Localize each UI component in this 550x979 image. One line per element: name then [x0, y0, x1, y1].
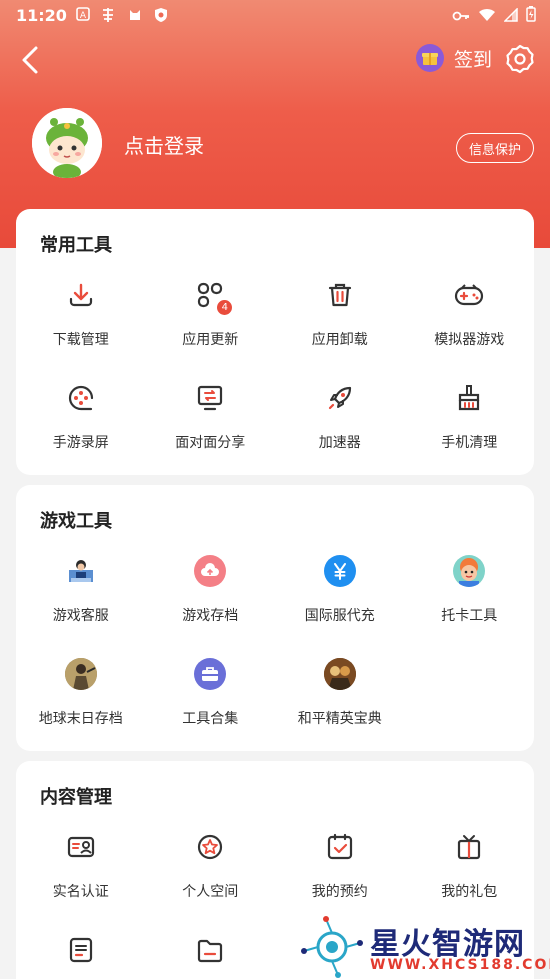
tool-download-manager[interactable]: 下载管理	[16, 267, 146, 370]
rocket-icon	[322, 380, 358, 416]
trash-icon	[322, 277, 358, 313]
download-icon	[63, 277, 99, 313]
tool-personal-space[interactable]: 个人空间	[146, 819, 276, 922]
signal-icon	[503, 6, 518, 26]
game-tools-card: 游戏工具 游戏客服 游戏存档 国际服代充 托卡工具 地球末日存档 工具合集 和平…	[16, 485, 534, 751]
gear-icon	[506, 44, 534, 74]
tool-app-update[interactable]: 4 应用更新	[146, 267, 276, 370]
folder-icon	[192, 932, 228, 968]
star-badge-icon	[192, 829, 228, 865]
tool-label: 手游录屏	[52, 435, 109, 451]
app-update-icon: 4	[192, 277, 233, 315]
login-link[interactable]: 点击登录	[124, 130, 204, 159]
customer-service-icon	[63, 553, 99, 589]
tool-document[interactable]	[16, 922, 146, 979]
back-button[interactable]	[18, 44, 46, 76]
watermark-logo-icon	[301, 916, 363, 978]
a-icon: A	[76, 7, 90, 23]
tool-emulator-games[interactable]: 模拟器游戏	[405, 267, 535, 370]
pubg-icon	[322, 656, 358, 692]
notification-icon	[100, 7, 116, 23]
battery-icon	[526, 6, 536, 26]
tool-my-reservations[interactable]: 我的预约	[275, 819, 405, 922]
tool-label: 和平精英宝典	[297, 711, 382, 727]
tool-accelerator[interactable]: 加速器	[275, 370, 405, 473]
back-arrow-icon	[22, 46, 38, 74]
svg-text:A: A	[80, 11, 87, 21]
broom-icon	[451, 380, 487, 416]
tool-collection[interactable]: 工具合集	[146, 646, 276, 749]
tool-real-name-auth[interactable]: 实名认证	[16, 819, 146, 922]
tool-label: 工具合集	[182, 711, 239, 727]
tool-label: 个人空间	[182, 884, 239, 900]
section-title: 游戏工具	[40, 511, 112, 532]
id-card-icon	[63, 829, 99, 865]
yen-icon	[322, 553, 358, 589]
toolbox-icon	[192, 656, 228, 692]
cloud-save-icon	[192, 553, 228, 589]
tool-label: 托卡工具	[441, 608, 498, 624]
gift-icon	[416, 44, 444, 72]
tool-label: 我的礼包	[441, 884, 498, 900]
gift-box-icon	[451, 829, 487, 865]
tool-pubg-guide[interactable]: 和平精英宝典	[275, 646, 405, 749]
tool-label: 加速器	[318, 435, 361, 451]
share-icon	[192, 380, 228, 416]
calendar-check-icon	[322, 829, 358, 865]
tool-label: 手机清理	[441, 435, 498, 451]
tool-label: 国际服代充	[304, 608, 375, 624]
tool-label: 实名认证	[52, 884, 109, 900]
status-bar: 11:20 A	[0, 0, 550, 30]
tool-game-customer-service[interactable]: 游戏客服	[16, 543, 146, 646]
wifi-icon	[478, 7, 496, 26]
shield-icon	[154, 7, 168, 23]
section-title: 常用工具	[40, 235, 112, 256]
tool-app-uninstall[interactable]: 应用卸载	[275, 267, 405, 370]
gamepad-icon	[451, 277, 487, 313]
settings-button[interactable]	[505, 44, 535, 74]
tool-label: 应用更新	[182, 332, 239, 348]
key-icon	[452, 7, 470, 26]
tool-doomsday-save[interactable]: 地球末日存档	[16, 646, 146, 749]
tool-label: 应用卸载	[311, 332, 368, 348]
tool-label: 下载管理	[52, 332, 109, 348]
cat-icon	[128, 7, 142, 23]
signin-button[interactable]: 签到	[416, 44, 492, 72]
mascot-avatar-icon	[32, 108, 102, 178]
tool-toca[interactable]: 托卡工具	[405, 543, 535, 646]
avatar[interactable]	[32, 108, 102, 178]
record-icon	[63, 380, 99, 416]
tool-label: 我的预约	[311, 884, 368, 900]
tool-my-gifts[interactable]: 我的礼包	[405, 819, 535, 922]
tool-intl-recharge[interactable]: 国际服代充	[275, 543, 405, 646]
tool-phone-clean[interactable]: 手机清理	[405, 370, 535, 473]
tool-game-save[interactable]: 游戏存档	[146, 543, 276, 646]
tool-label: 游戏存档	[182, 608, 239, 624]
doomsday-icon	[63, 656, 99, 692]
tool-label: 游戏客服	[52, 608, 109, 624]
section-title: 内容管理	[40, 787, 112, 808]
signin-label: 签到	[454, 48, 493, 71]
tool-label: 面对面分享	[175, 435, 246, 451]
tool-label: 地球末日存档	[38, 711, 123, 727]
common-tools-card: 常用工具 下载管理 4 应用更新 应用卸载 模拟器游戏 手游录屏 面对面分享 加…	[16, 209, 534, 475]
update-count-badge: 4	[217, 300, 233, 315]
tool-folder[interactable]	[146, 922, 276, 979]
tool-screen-record[interactable]: 手游录屏	[16, 370, 146, 473]
tool-label: 模拟器游戏	[434, 332, 505, 348]
info-protection-button[interactable]: 信息保护	[456, 133, 534, 163]
status-time: 11:20	[16, 6, 67, 25]
site-watermark: 星火智游网 WWW.XHCS188.COM	[300, 915, 550, 979]
document-icon	[63, 932, 99, 968]
watermark-url: WWW.XHCS188.COM	[370, 957, 550, 973]
tool-face-share[interactable]: 面对面分享	[146, 370, 276, 473]
toca-icon	[451, 553, 487, 589]
